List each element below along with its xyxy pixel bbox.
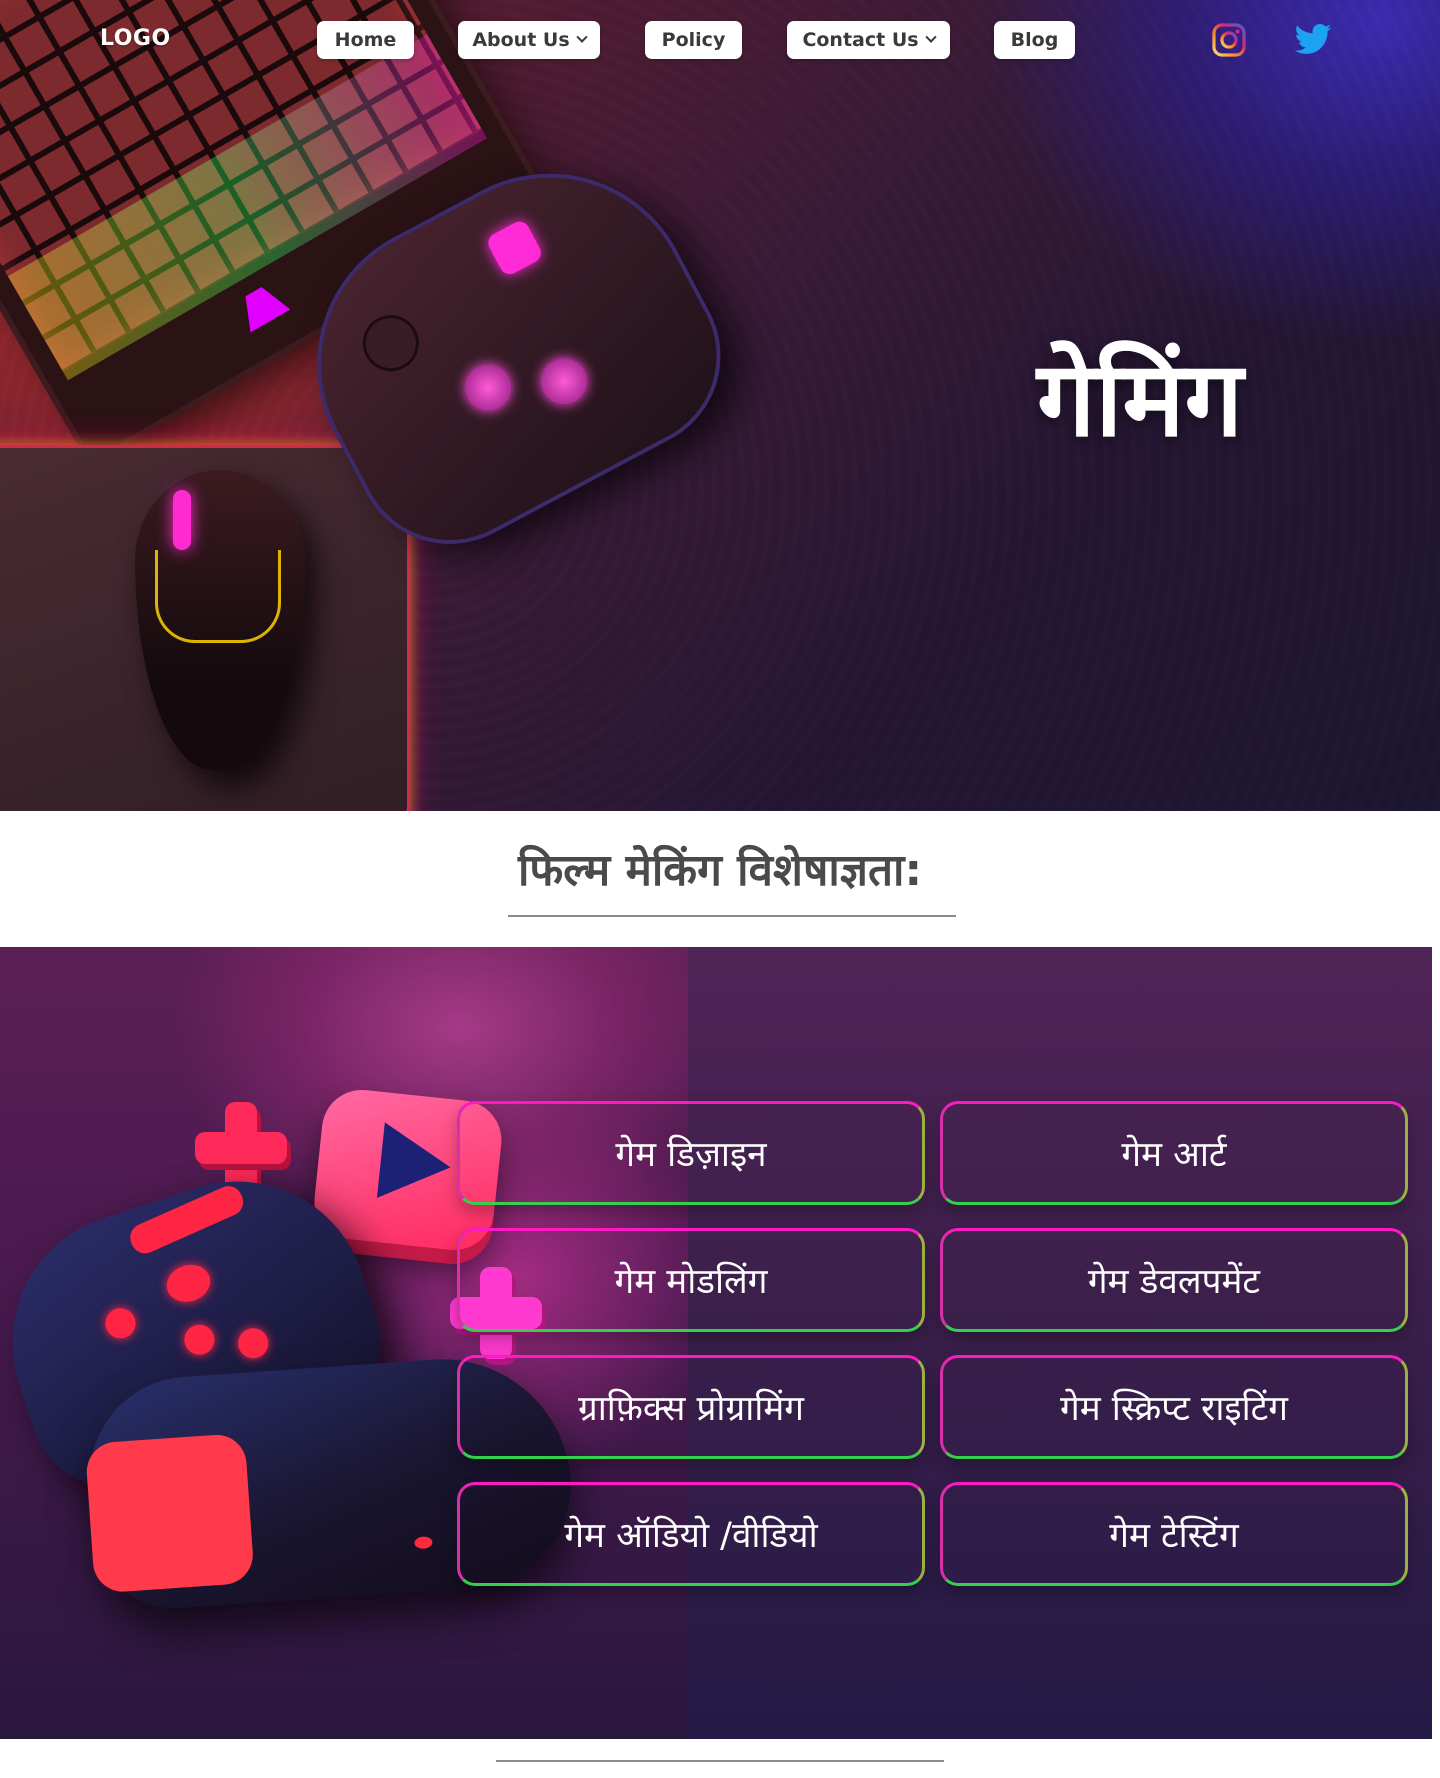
chevron-down-icon	[575, 31, 588, 43]
gamepad-stick	[457, 356, 520, 419]
service-card-audio-video[interactable]: गेम ऑडियो /वीडियो	[457, 1482, 925, 1586]
instagram-icon[interactable]	[1209, 20, 1249, 60]
service-label: गेम स्क्रिप्ट राइटिंग	[1059, 1388, 1289, 1429]
services-illustration-panel	[0, 947, 688, 1739]
gamepad-button	[161, 1259, 215, 1308]
gamepad-button	[101, 1304, 140, 1343]
section-title: फिल्म मेकिंग विशेषाज्ञता:	[517, 845, 923, 896]
gamepad-stick	[532, 350, 596, 413]
nav-about-label: About Us	[472, 29, 570, 51]
service-label: गेम आर्ट	[1121, 1134, 1227, 1175]
service-label: गेम डेवलपमेंट	[1087, 1261, 1261, 1302]
service-card-game-testing[interactable]: गेम टेस्टिंग	[940, 1482, 1408, 1586]
service-label: गेम डिज़ाइन	[615, 1134, 767, 1175]
service-card-script-writing[interactable]: गेम स्क्रिप्ट राइटिंग	[940, 1355, 1408, 1459]
service-label: ग्राफ़िक्स प्रोग्रामिंग	[578, 1388, 804, 1429]
nav-blog-label: Blog	[1010, 29, 1059, 51]
gamepad-button	[484, 218, 545, 278]
twitter-icon[interactable]	[1293, 20, 1333, 60]
service-card-game-art[interactable]: गेम आर्ट	[940, 1101, 1408, 1205]
service-card-game-modeling[interactable]: गेम मोडलिंग	[457, 1228, 925, 1332]
hero-title: गेमिंग	[1036, 338, 1244, 460]
service-label: गेम टेस्टिंग	[1109, 1515, 1239, 1556]
nav-home-label: Home	[334, 29, 397, 51]
site-logo[interactable]: LOGO	[100, 26, 171, 51]
service-card-game-development[interactable]: गेम डेवलपमेंट	[940, 1228, 1408, 1332]
services-section: गेम डिज़ाइन गेम आर्ट गेम मोडलिंग गेम डेव…	[0, 947, 1432, 1739]
service-label: गेम मोडलिंग	[614, 1261, 768, 1302]
service-card-game-design[interactable]: गेम डिज़ाइन	[457, 1101, 925, 1205]
nav-home-button[interactable]: Home	[317, 21, 414, 59]
nav-contact-button[interactable]: Contact Us	[787, 21, 950, 59]
gamepad-button	[234, 1324, 273, 1363]
nav-contact-label: Contact Us	[802, 29, 919, 51]
chevron-down-icon	[924, 31, 937, 43]
gamepad-button	[180, 1320, 219, 1359]
gamepad-trigger	[125, 1181, 248, 1258]
keyboard-accent	[234, 280, 291, 332]
nav-about-button[interactable]: About Us	[458, 21, 600, 59]
footer-divider	[496, 1760, 944, 1762]
service-card-graphics-programming[interactable]: ग्राफ़िक्स प्रोग्रामिंग	[457, 1355, 925, 1459]
nav-policy-label: Policy	[661, 29, 726, 51]
hero-banner: LOGO Home About Us Policy Contact Us Blo…	[0, 0, 1440, 811]
service-label: गेम ऑडियो /वीडियो	[564, 1515, 818, 1556]
plus-icon	[195, 1102, 287, 1194]
section-divider	[508, 915, 956, 917]
nav-policy-button[interactable]: Policy	[645, 21, 742, 59]
nav-blog-button[interactable]: Blog	[994, 21, 1075, 59]
gamepad-dpad	[352, 305, 429, 382]
